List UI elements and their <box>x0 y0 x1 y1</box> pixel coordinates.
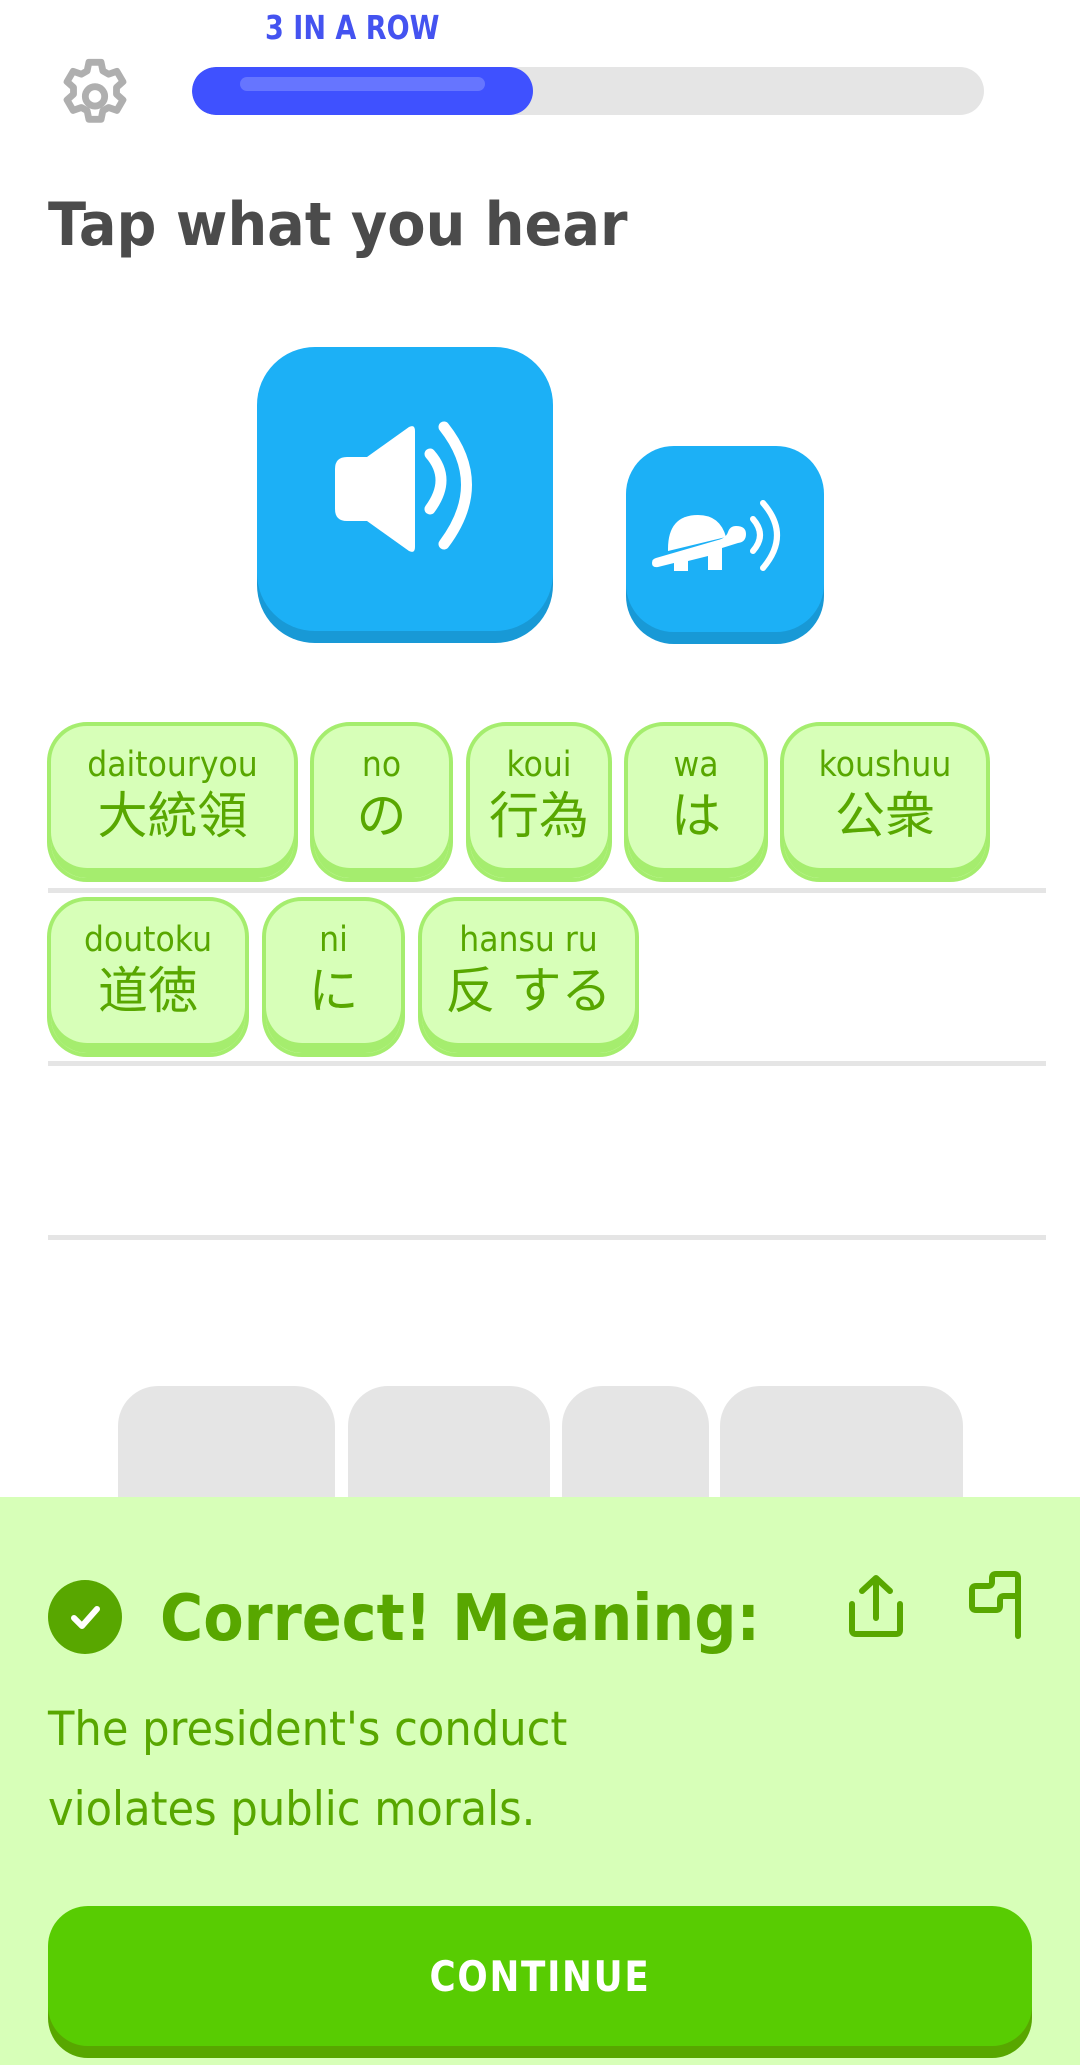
tile-romaji: koui <box>506 745 572 785</box>
tile-romaji: hansu ru <box>459 920 598 960</box>
challenge-title: Tap what you hear <box>48 190 628 260</box>
progress-shine <box>240 77 485 91</box>
tile-word: 行為 <box>489 787 589 845</box>
answer-tile[interactable]: ni に <box>262 897 405 1057</box>
gear-icon <box>63 58 127 123</box>
feedback-meaning: The president's conduct violates public … <box>48 1702 568 1837</box>
tile-romaji: doutoku <box>83 920 213 960</box>
play-audio-button[interactable] <box>257 347 553 631</box>
answer-tile[interactable]: koui 行為 <box>466 722 612 882</box>
answer-tile[interactable]: koushuu 公衆 <box>780 722 990 882</box>
tile-word: に <box>308 962 359 1020</box>
answer-tile[interactable]: daitouryou 大統領 <box>47 722 298 882</box>
tile-romaji: ni <box>319 920 348 960</box>
report-button[interactable] <box>956 1565 1036 1645</box>
check-circle-icon <box>48 1580 122 1654</box>
tile-romaji: wa <box>673 745 719 785</box>
tile-word: 道徳 <box>98 962 198 1020</box>
tile-word: の <box>356 787 407 845</box>
answer-line-2 <box>48 1061 1046 1066</box>
share-button[interactable] <box>836 1565 916 1645</box>
answer-tile[interactable]: no の <box>310 722 453 882</box>
tile-word: 大統領 <box>97 787 248 845</box>
streak-label: 3 IN A ROW <box>265 8 440 47</box>
continue-label: CONTINUE <box>429 1951 651 2001</box>
answer-line-3 <box>48 1235 1046 1240</box>
tile-romaji: no <box>361 745 402 785</box>
speaker-icon <box>335 421 472 552</box>
tile-romaji: koushuu <box>818 745 952 785</box>
continue-button[interactable]: CONTINUE <box>48 1906 1032 2046</box>
answer-tile[interactable]: wa は <box>624 722 768 882</box>
tile-romaji: daitouryou <box>87 745 258 785</box>
lesson-progress-bar <box>192 67 984 115</box>
tile-word: 反 する <box>445 962 612 1020</box>
progress-fill <box>192 67 533 115</box>
turtle-speaker-icon <box>652 500 780 571</box>
answer-tile[interactable]: hansu ru 反 する <box>418 897 639 1057</box>
tile-word: 公衆 <box>835 787 935 845</box>
flag-icon <box>969 1571 1021 1639</box>
answer-line-1 <box>48 888 1046 893</box>
tile-word: は <box>671 787 721 845</box>
share-icon <box>849 1575 903 1637</box>
feedback-title: Correct! Meaning: <box>160 1582 761 1656</box>
answer-tile[interactable]: doutoku 道徳 <box>47 897 249 1057</box>
play-slow-audio-button[interactable] <box>626 446 824 632</box>
settings-button[interactable] <box>52 48 138 134</box>
